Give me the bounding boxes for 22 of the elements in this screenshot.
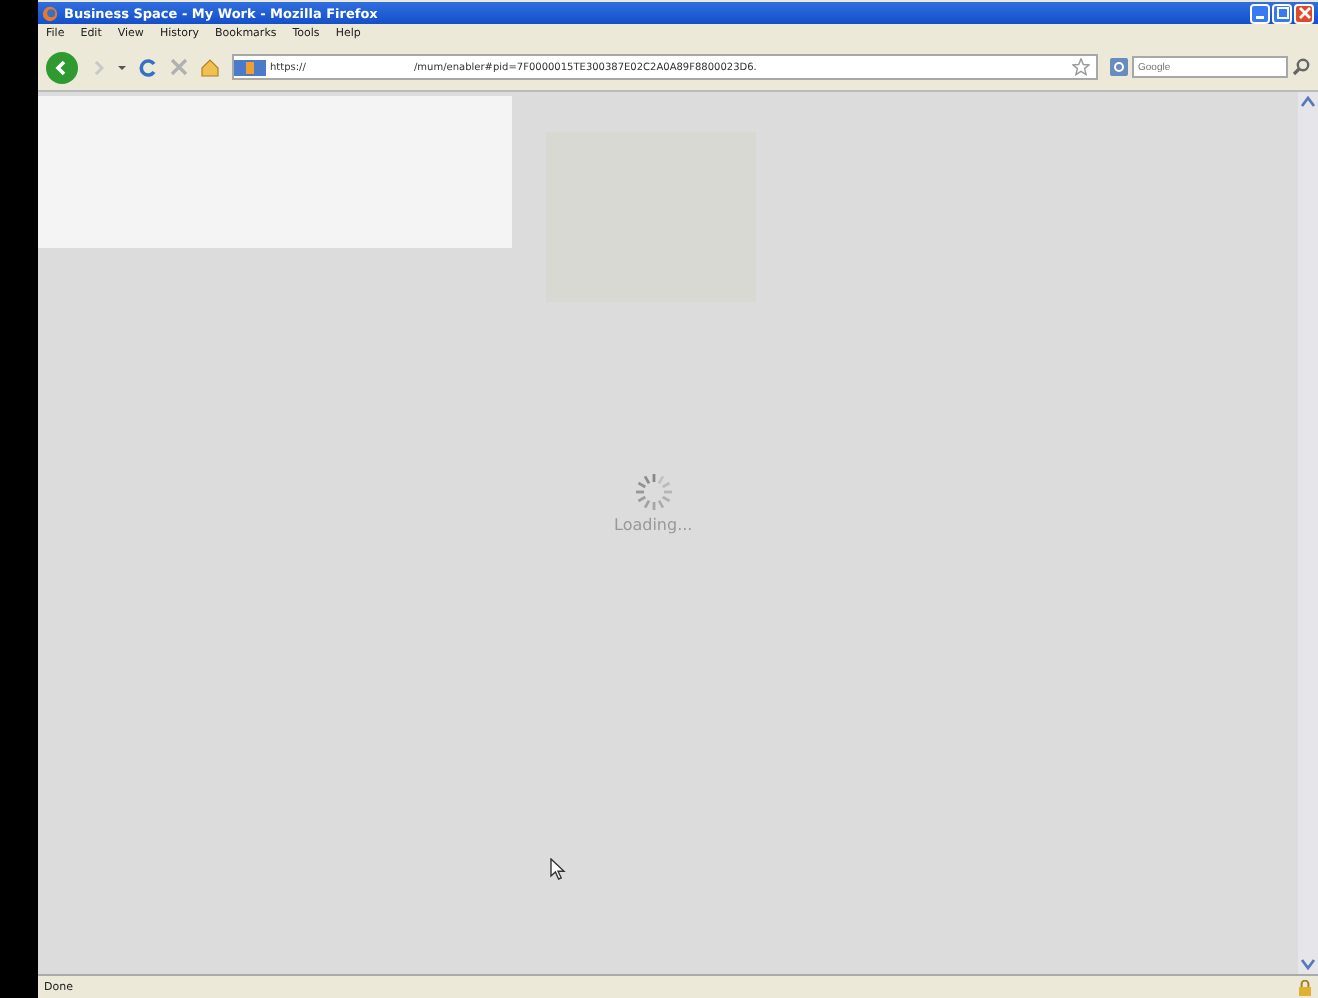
- loading-text: Loading...: [614, 516, 693, 534]
- back-button[interactable]: [46, 51, 78, 83]
- search-icon[interactable]: [1292, 58, 1310, 76]
- mouse-pointer-icon: [550, 858, 566, 880]
- home-icon[interactable]: [200, 57, 220, 77]
- lock-icon: [1298, 979, 1312, 995]
- site-icon: [234, 59, 266, 75]
- search-engine-icon[interactable]: [1110, 58, 1128, 76]
- close-icon: [1297, 6, 1311, 20]
- dropdown-icon[interactable]: [118, 63, 126, 71]
- scrollbar[interactable]: [1298, 92, 1318, 974]
- maximize-icon: [1275, 6, 1289, 20]
- maximize-button[interactable]: [1272, 3, 1292, 23]
- reload-icon[interactable]: [138, 57, 158, 77]
- stop-icon[interactable]: [170, 58, 188, 76]
- loading-spinner-icon: [633, 472, 674, 512]
- browser-logo-icon: [42, 5, 58, 21]
- scroll-up-icon[interactable]: [1300, 96, 1316, 108]
- star-icon[interactable]: [1072, 58, 1090, 76]
- scroll-down-icon[interactable]: [1300, 958, 1316, 970]
- close-button[interactable]: [1294, 3, 1314, 23]
- minimize-button[interactable]: [1250, 3, 1270, 23]
